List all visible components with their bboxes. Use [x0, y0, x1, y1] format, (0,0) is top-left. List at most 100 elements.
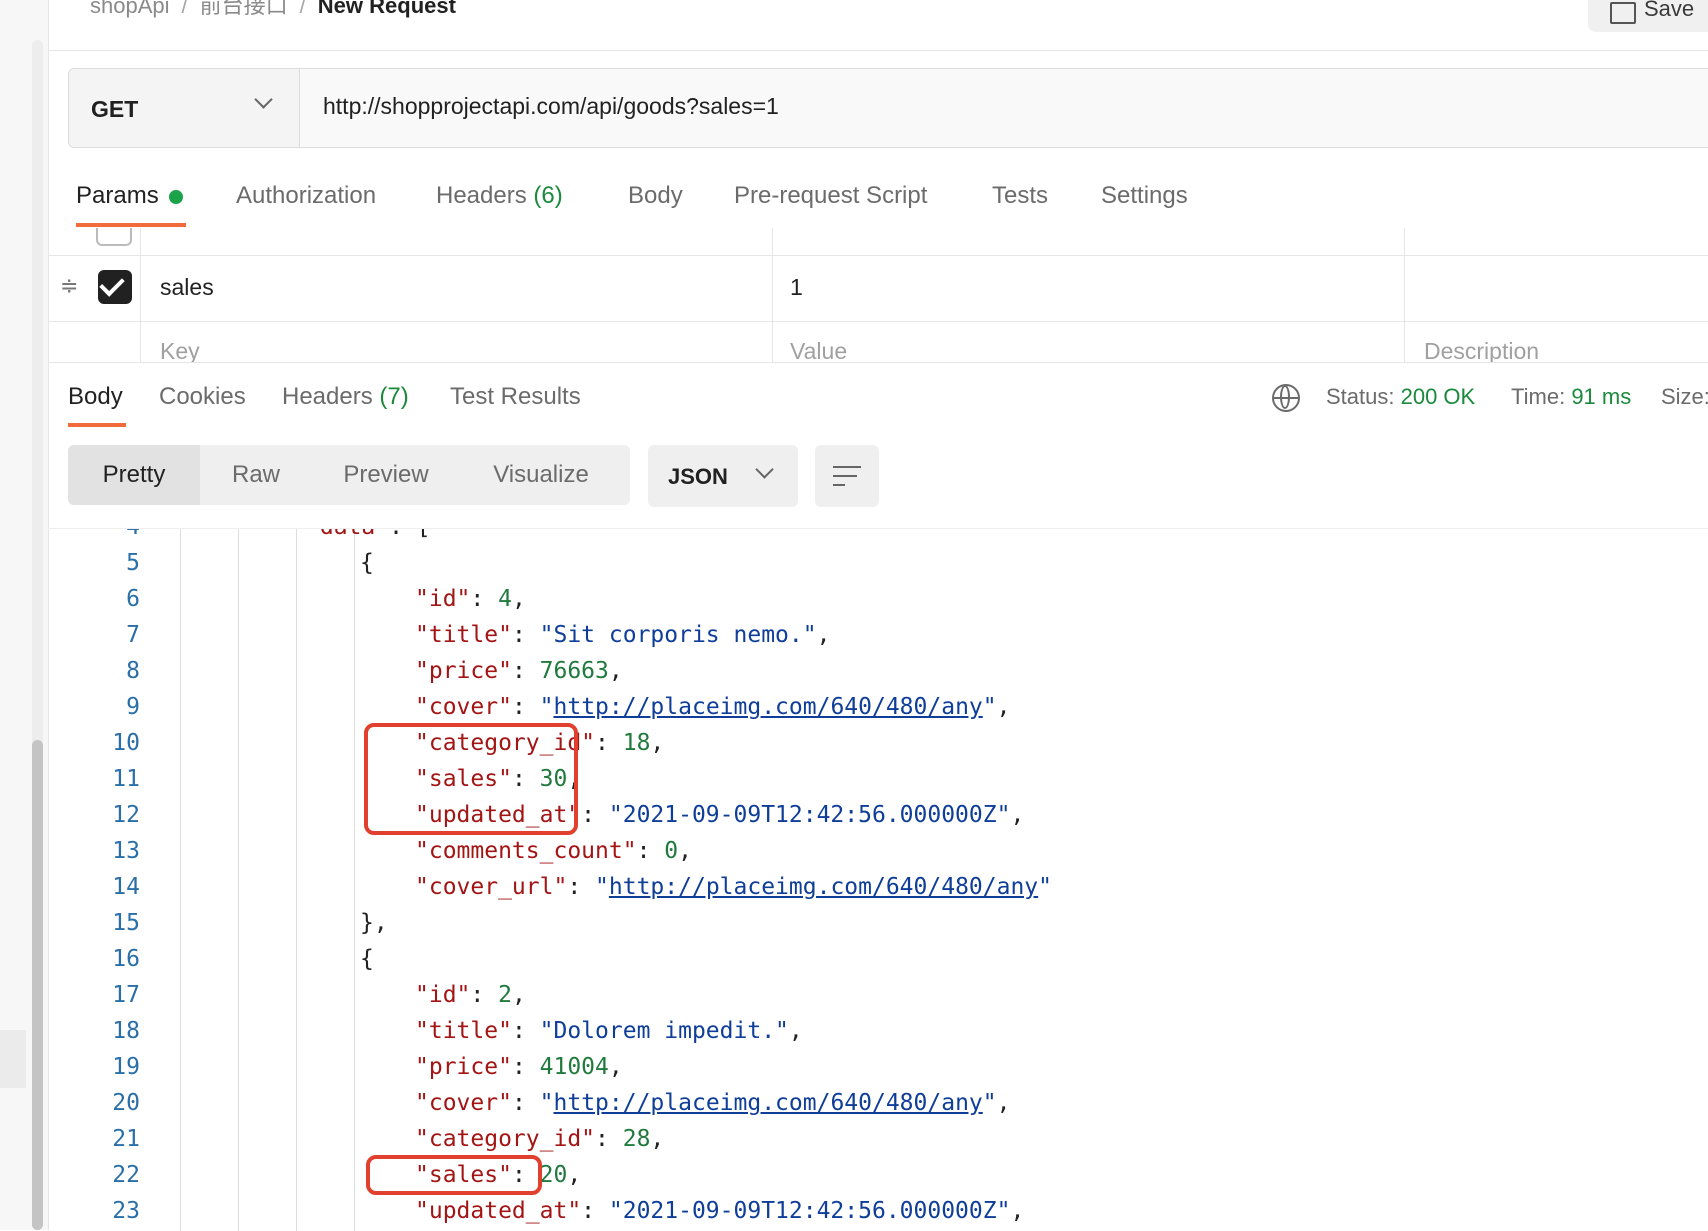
json-token: "data" [306, 529, 389, 540]
json-token: , [788, 1018, 803, 1044]
tab-params[interactable]: Params [76, 182, 183, 210]
json-token: { [360, 550, 374, 576]
wrap-lines-icon [833, 466, 861, 486]
response-size[interactable]: Size: [1661, 384, 1708, 410]
tab-count: (7) [379, 383, 409, 410]
json-token: 4 [498, 586, 512, 612]
param-checkbox[interactable] [96, 228, 132, 246]
code-line: 13 "comments_count": 0, [48, 833, 1708, 869]
json-token: "category_id" [415, 1126, 596, 1152]
line-number: 14 [112, 874, 140, 900]
format-select[interactable]: JSON [648, 445, 798, 507]
json-token: : [ [389, 529, 431, 540]
code-text: "cover_url": "http://placeimg.com/640/48… [415, 869, 1052, 905]
json-token: : [567, 874, 596, 900]
breadcrumb-folder[interactable]: 前台接口 [200, 0, 288, 18]
new-param-key-input[interactable]: Key [160, 338, 200, 362]
json-token: : [595, 1126, 623, 1152]
active-tab-indicator [68, 423, 126, 427]
json-token: "title" [415, 1018, 512, 1044]
json-token: 76663 [539, 658, 609, 684]
json-token: , [1010, 802, 1025, 828]
status-value: 200 OK [1400, 384, 1476, 409]
tab-label: Params [76, 182, 159, 209]
view-visualize-button[interactable]: Visualize [460, 445, 622, 505]
json-token: : [511, 1090, 540, 1116]
json-link[interactable]: http://placeimg.com/640/480/any [554, 1090, 983, 1116]
method-select[interactable]: GET [69, 69, 300, 147]
json-token: " [539, 1090, 554, 1116]
view-preview-button[interactable]: Preview [312, 445, 460, 505]
json-link[interactable]: http://placeimg.com/640/480/any [609, 874, 1038, 900]
json-link[interactable]: http://placeimg.com/640/480/any [554, 694, 983, 720]
code-line: 18 "title": "Dolorem impedit.", [48, 1013, 1708, 1049]
check-icon [99, 271, 125, 297]
line-number: 18 [112, 1018, 140, 1044]
breadcrumb: shopApi / 前台接口 / New Request [90, 0, 456, 20]
json-token: : [511, 1018, 540, 1044]
url-input[interactable]: http://shopprojectapi.com/api/goods?sale… [323, 93, 779, 120]
view-raw-button[interactable]: Raw [200, 445, 312, 505]
time-value: 91 ms [1571, 384, 1632, 409]
json-token: "id" [415, 982, 471, 1008]
line-number: 5 [126, 550, 140, 576]
param-checkbox[interactable] [98, 270, 132, 304]
json-token: , [678, 838, 692, 864]
save-icon [1610, 2, 1636, 24]
tab-tests[interactable]: Tests [992, 182, 1048, 210]
method-label: GET [91, 96, 139, 122]
response-tab-test-results[interactable]: Test Results [450, 383, 581, 411]
table-divider [772, 228, 773, 362]
tab-label: Headers [282, 383, 373, 410]
code-text: "title": "Sit corporis nemo.", [415, 617, 830, 653]
code-line: 7 "title": "Sit corporis nemo.", [48, 617, 1708, 653]
response-tab-cookies[interactable]: Cookies [159, 383, 246, 411]
code-text: "title": "Dolorem impedit.", [415, 1013, 803, 1049]
view-pretty-button[interactable]: Pretty [68, 445, 200, 505]
sidebar-scrollbar-thumb[interactable] [32, 740, 43, 1230]
breadcrumb-collection[interactable]: shopApi [90, 0, 170, 18]
globe-icon[interactable] [1272, 384, 1300, 412]
tab-body[interactable]: Body [628, 182, 683, 210]
code-line: 16 { [48, 941, 1708, 977]
json-token: "cover" [415, 694, 512, 720]
json-token: 18 [622, 730, 651, 756]
code-line: 12 "updated_at": "2021-09-09T12:42:56.000… [48, 797, 1708, 833]
response-time[interactable]: Time: 91 ms [1511, 384, 1631, 410]
response-body-viewer[interactable]: 4 "data": [ 5 {6"id": 4,7"title": "Sit corp… [48, 528, 1708, 1231]
tab-settings[interactable]: Settings [1101, 182, 1188, 210]
json-token: : [511, 694, 540, 720]
response-divider [48, 362, 1708, 363]
response-tab-body[interactable]: Body [68, 383, 123, 411]
code-text: "cover": "http://placeimg.com/640/480/an… [415, 689, 1010, 725]
new-param-value-input[interactable]: Value [790, 338, 847, 362]
json-token: "cover" [415, 1090, 512, 1116]
json-token: 20 [539, 1162, 568, 1188]
json-token: "Dolorem impedit." [539, 1018, 789, 1044]
code-line: 14 "cover_url": "http://placeimg.com/640/… [48, 869, 1708, 905]
sidebar-selected-item[interactable] [0, 1030, 26, 1088]
param-key-input[interactable]: sales [160, 274, 214, 301]
code-line: 6 "id": 4, [48, 581, 1708, 617]
json-token: , [650, 1126, 665, 1152]
json-token: 41004 [539, 1054, 609, 1080]
response-tab-headers[interactable]: Headers (7) [282, 383, 409, 411]
new-param-description-input[interactable]: Description [1424, 338, 1539, 362]
line-number: 15 [112, 910, 140, 936]
param-value-input[interactable]: 1 [790, 274, 803, 301]
json-token: "2021-09-09T12:42:56.000000Z" [608, 1198, 1011, 1224]
response-status[interactable]: Status: 200 OK [1326, 384, 1475, 410]
tab-headers[interactable]: Headers (6) [436, 182, 563, 210]
breadcrumb-request-name[interactable]: New Request [318, 0, 456, 18]
drag-handle-icon[interactable]: ≑ [60, 273, 78, 299]
json-token: : [511, 622, 540, 648]
code-text: "id": 4, [415, 581, 526, 617]
code-text: "id": 2, [415, 977, 526, 1013]
json-token: "comments_count" [415, 838, 637, 864]
tab-authorization[interactable]: Authorization [236, 182, 376, 210]
tab-pre-request-script[interactable]: Pre-request Script [734, 182, 927, 210]
code-line: 10 "category_id": 18, [48, 725, 1708, 761]
line-number: 9 [126, 694, 140, 720]
save-button[interactable]: Save [1588, 0, 1708, 32]
wrap-lines-button[interactable] [815, 445, 879, 507]
